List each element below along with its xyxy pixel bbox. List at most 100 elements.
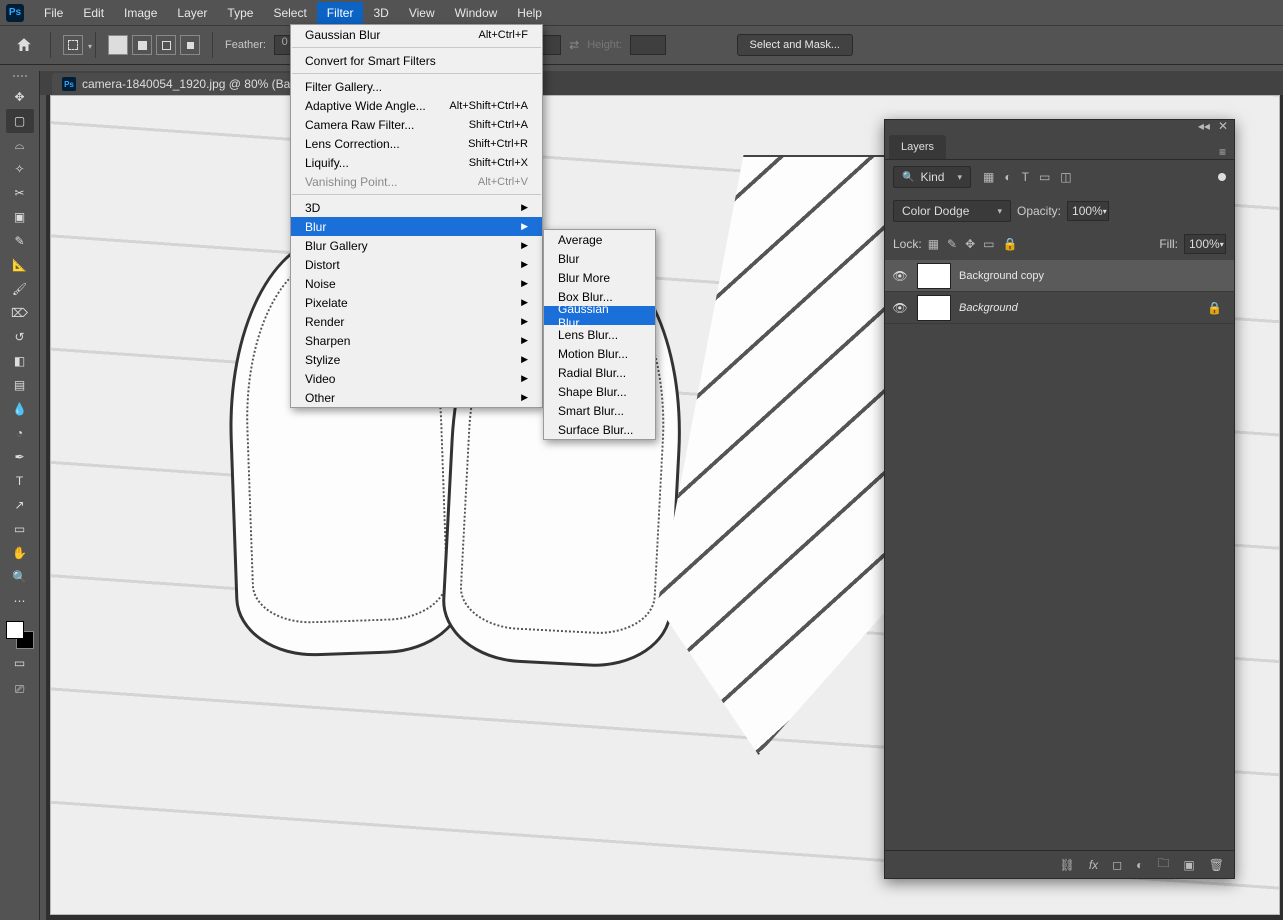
quickmask-button[interactable]: ▭: [6, 651, 34, 675]
menu-layer[interactable]: Layer: [167, 2, 217, 24]
adjustment-layer-icon[interactable]: ◐: [1136, 858, 1143, 872]
menu-item-3d[interactable]: 3D▶: [291, 198, 542, 217]
layer-style-icon[interactable]: fx: [1089, 858, 1098, 872]
tool-eyedropper[interactable]: ✎: [6, 229, 34, 253]
tool-hand[interactable]: ✋: [6, 541, 34, 565]
menu-filter[interactable]: Filter: [317, 2, 364, 24]
menu-item-adaptive-wide-angle-[interactable]: Adaptive Wide Angle...Alt+Shift+Ctrl+A: [291, 96, 542, 115]
opacity-input[interactable]: 100%▾: [1067, 201, 1109, 221]
new-layer-icon[interactable]: ▣: [1183, 858, 1194, 872]
pixel-filter-icon[interactable]: ▦: [983, 170, 994, 184]
lock-image-icon[interactable]: ✎: [947, 237, 957, 251]
menu-item-sharpen[interactable]: Sharpen▶: [291, 331, 542, 350]
menu-item-lens-correction-[interactable]: Lens Correction...Shift+Ctrl+R: [291, 134, 542, 153]
menu-item-shape-blur-[interactable]: Shape Blur...: [544, 382, 655, 401]
tool-path[interactable]: ↗: [6, 493, 34, 517]
menu-image[interactable]: Image: [114, 2, 167, 24]
tool-blur[interactable]: 💧: [6, 397, 34, 421]
menu-3d[interactable]: 3D: [363, 2, 398, 24]
menu-item-average[interactable]: Average: [544, 230, 655, 249]
visibility-icon[interactable]: 👁: [891, 301, 909, 315]
menu-item-smart-blur-[interactable]: Smart Blur...: [544, 401, 655, 420]
link-layers-icon[interactable]: ⛓: [1060, 858, 1075, 872]
boolean-ops[interactable]: [108, 35, 200, 55]
visibility-icon[interactable]: 👁: [891, 269, 909, 283]
menu-item-radial-blur-[interactable]: Radial Blur...: [544, 363, 655, 382]
tool-wand[interactable]: ✧: [6, 157, 34, 181]
tool-move[interactable]: ✥: [6, 85, 34, 109]
kind-dropdown[interactable]: 🔍Kind▾: [893, 166, 971, 188]
tool-dodge[interactable]: ◔: [6, 421, 34, 445]
tool-more[interactable]: ⋯: [6, 589, 34, 613]
menu-item-lens-blur-[interactable]: Lens Blur...: [544, 325, 655, 344]
filter-toggle-icon[interactable]: [1218, 173, 1226, 181]
panel-menu-icon[interactable]: ≡: [1219, 145, 1226, 159]
lock-position-icon[interactable]: ✥: [965, 237, 975, 251]
layer-thumbnail[interactable]: [917, 295, 951, 321]
menu-window[interactable]: Window: [445, 2, 508, 24]
tool-lasso[interactable]: ⌓: [6, 133, 34, 157]
menu-item-gaussian-blur[interactable]: Gaussian BlurAlt+Ctrl+F: [291, 25, 542, 44]
fill-input[interactable]: 100%▾: [1184, 234, 1226, 254]
menu-item-camera-raw-filter-[interactable]: Camera Raw Filter...Shift+Ctrl+A: [291, 115, 542, 134]
tool-gradient[interactable]: ▤: [6, 373, 34, 397]
menu-item-noise[interactable]: Noise▶: [291, 274, 542, 293]
menu-item-blur[interactable]: Blur▶: [291, 217, 542, 236]
collapse-icon[interactable]: ◂◂: [1198, 119, 1210, 133]
tool-history[interactable]: ↺: [6, 325, 34, 349]
color-swatches[interactable]: [6, 621, 34, 649]
layer-thumbnail[interactable]: [917, 263, 951, 289]
menu-item-convert-for-smart-filters[interactable]: Convert for Smart Filters: [291, 51, 542, 70]
layer-mask-icon[interactable]: ◻: [1112, 858, 1122, 872]
menu-item-liquify-[interactable]: Liquify...Shift+Ctrl+X: [291, 153, 542, 172]
group-icon[interactable]: 🗀: [1157, 854, 1169, 875]
tool-type[interactable]: T: [6, 469, 34, 493]
lock-artboard-icon[interactable]: ▭: [983, 237, 994, 251]
blendmode-dropdown[interactable]: Color Dodge▾: [893, 200, 1011, 222]
tool-ruler[interactable]: 📐: [6, 253, 34, 277]
delete-layer-icon[interactable]: 🗑: [1209, 858, 1224, 872]
tool-brush[interactable]: 🖌: [6, 277, 34, 301]
tool-marquee[interactable]: ▢: [6, 109, 34, 133]
menu-view[interactable]: View: [399, 2, 445, 24]
menu-help[interactable]: Help: [507, 2, 552, 24]
menu-item-pixelate[interactable]: Pixelate▶: [291, 293, 542, 312]
menu-item-video[interactable]: Video▶: [291, 369, 542, 388]
menu-item-stylize[interactable]: Stylize▶: [291, 350, 542, 369]
tool-zoom[interactable]: 🔍: [6, 565, 34, 589]
filter-icons[interactable]: ▦ ◐ T ▭ ◫: [983, 170, 1072, 184]
menu-item-surface-blur-[interactable]: Surface Blur...: [544, 420, 655, 439]
layer-row[interactable]: 👁 Background copy: [885, 260, 1234, 292]
shape-filter-icon[interactable]: ▭: [1039, 170, 1050, 184]
layer-name[interactable]: Background: [959, 302, 1018, 314]
menu-item-gaussian-blur-[interactable]: Gaussian Blur...: [544, 306, 655, 325]
menu-item-blur[interactable]: Blur: [544, 249, 655, 268]
menu-type[interactable]: Type: [217, 2, 263, 24]
layer-name[interactable]: Background copy: [959, 270, 1044, 282]
menu-item-blur-more[interactable]: Blur More: [544, 268, 655, 287]
menu-item-motion-blur-[interactable]: Motion Blur...: [544, 344, 655, 363]
menu-item-other[interactable]: Other▶: [291, 388, 542, 407]
layers-tab[interactable]: Layers: [889, 135, 946, 159]
menu-edit[interactable]: Edit: [73, 2, 114, 24]
type-filter-icon[interactable]: T: [1022, 170, 1029, 184]
lock-transparent-icon[interactable]: ▦: [928, 237, 939, 251]
menu-file[interactable]: File: [34, 2, 73, 24]
menu-item-render[interactable]: Render▶: [291, 312, 542, 331]
tool-eraser[interactable]: ◧: [6, 349, 34, 373]
select-and-mask-button[interactable]: Select and Mask...: [737, 34, 854, 56]
adjustment-filter-icon[interactable]: ◐: [1004, 170, 1011, 184]
tool-shape[interactable]: ▭: [6, 517, 34, 541]
lock-all-icon[interactable]: 🔒: [1003, 237, 1018, 251]
menu-select[interactable]: Select: [263, 2, 316, 24]
document-tab[interactable]: Ps camera-1840054_1920.jpg @ 80% (Backgr: [52, 73, 323, 95]
tool-crop[interactable]: ✂: [6, 181, 34, 205]
menu-item-distort[interactable]: Distort▶: [291, 255, 542, 274]
screenmode-button[interactable]: ⎚: [6, 677, 34, 701]
menu-item-blur-gallery[interactable]: Blur Gallery▶: [291, 236, 542, 255]
tool-stamp[interactable]: ⌦: [6, 301, 34, 325]
tool-frame[interactable]: ▣: [6, 205, 34, 229]
menu-item-filter-gallery-[interactable]: Filter Gallery...: [291, 77, 542, 96]
home-button[interactable]: [10, 31, 38, 59]
tool-pen[interactable]: ✒: [6, 445, 34, 469]
